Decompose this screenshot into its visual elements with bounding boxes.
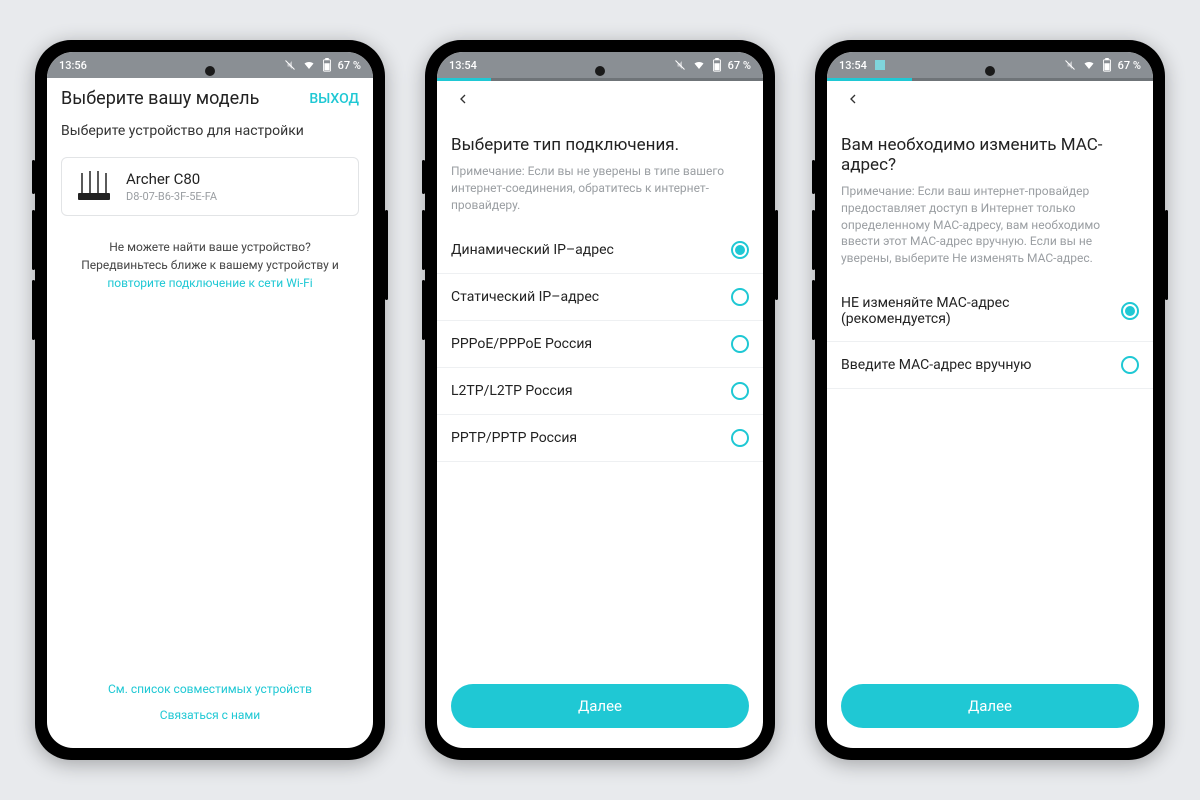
- option-pptp[interactable]: PPTP/PPTP Россия: [437, 415, 763, 462]
- battery-pct: 67 %: [1118, 59, 1141, 72]
- router-icon: [74, 171, 114, 203]
- option-manual-mac[interactable]: Введите МАС-адрес вручную: [827, 342, 1153, 389]
- option-keep-mac[interactable]: НЕ изменяйте МАС-адрес (рекомендуется): [827, 281, 1153, 342]
- radio-icon: [731, 241, 749, 259]
- device-card[interactable]: Archer C80 D8-07-B6-3F-5E-FA: [61, 157, 359, 216]
- option-pppoe[interactable]: PPPoE/PPPoE Россия: [437, 321, 763, 368]
- mac-option-list: НЕ изменяйте МАС-адрес (рекомендуется) В…: [827, 281, 1153, 389]
- wifi-icon: [302, 59, 316, 71]
- contact-link[interactable]: Связаться с нами: [61, 702, 359, 728]
- phone-mockup-1: 13:56 67 % Выберите вашу модель ВЫХОД Вы…: [35, 40, 385, 760]
- note-text: Примечание: Если вы не уверены в типе ва…: [437, 157, 763, 227]
- subtitle: Выберите устройство для настройки: [47, 115, 373, 143]
- option-l2tp[interactable]: L2TP/L2TP Россия: [437, 368, 763, 415]
- page-heading: Вам необходимо изменить MAC-адрес?: [827, 121, 1153, 177]
- connection-type-list: Динамический IP–адрес Статический IP–адр…: [437, 227, 763, 462]
- note-text: Примечание: Если ваш интернет-провайдер …: [827, 177, 1153, 281]
- phone-mockup-2: 13:54 67 % Выберите тип подключения. При…: [425, 40, 775, 760]
- status-bar: 13:54 67 %: [437, 52, 763, 78]
- status-bar: 13:54 67 %: [827, 52, 1153, 78]
- battery-pct: 67 %: [728, 59, 751, 72]
- exit-button[interactable]: ВЫХОД: [309, 91, 359, 107]
- status-bar: 13:56 67 %: [47, 52, 373, 78]
- radio-icon: [731, 429, 749, 447]
- help-text: Не можете найти ваше устройство? Передви…: [47, 230, 373, 300]
- status-time: 13:54: [839, 59, 867, 72]
- radio-icon: [1121, 356, 1139, 374]
- next-button[interactable]: Далее: [451, 684, 749, 728]
- header: Выберите вашу модель ВЫХОД: [47, 78, 373, 115]
- back-button[interactable]: [841, 87, 865, 115]
- page-title: Выберите вашу модель: [61, 88, 259, 109]
- radio-icon: [731, 288, 749, 306]
- next-button[interactable]: Далее: [841, 684, 1139, 728]
- radio-icon: [731, 335, 749, 353]
- reconnect-link[interactable]: повторите подключение к сети Wi-Fi: [107, 276, 312, 290]
- page-heading: Выберите тип подключения.: [437, 121, 763, 157]
- screenshot-icon: [875, 60, 885, 70]
- option-static-ip[interactable]: Статический IP–адрес: [437, 274, 763, 321]
- mute-icon: [284, 59, 296, 71]
- status-time: 13:54: [449, 59, 477, 72]
- wifi-icon: [692, 59, 706, 71]
- radio-icon: [1121, 302, 1139, 320]
- phone-mockup-3: 13:54 67 % Вам необходимо изменить MAC-а…: [815, 40, 1165, 760]
- radio-icon: [731, 382, 749, 400]
- mute-icon: [674, 59, 686, 71]
- screen-1: 13:56 67 % Выберите вашу модель ВЫХОД Вы…: [47, 52, 373, 748]
- screen-2: 13:54 67 % Выберите тип подключения. При…: [437, 52, 763, 748]
- mute-icon: [1064, 59, 1076, 71]
- battery-icon: [322, 58, 332, 72]
- device-name: Archer C80: [126, 170, 346, 188]
- screen-3: 13:54 67 % Вам необходимо изменить MAC-а…: [827, 52, 1153, 748]
- battery-pct: 67 %: [338, 59, 361, 72]
- bottom-links: См. список совместимых устройств Связать…: [47, 666, 373, 748]
- battery-icon: [712, 58, 722, 72]
- compatible-list-link[interactable]: См. список совместимых устройств: [61, 676, 359, 702]
- battery-icon: [1102, 58, 1112, 72]
- wifi-icon: [1082, 59, 1096, 71]
- device-mac: D8-07-B6-3F-5E-FA: [126, 190, 346, 203]
- status-time: 13:56: [59, 59, 87, 72]
- option-dynamic-ip[interactable]: Динамический IP–адрес: [437, 227, 763, 274]
- back-button[interactable]: [451, 87, 475, 115]
